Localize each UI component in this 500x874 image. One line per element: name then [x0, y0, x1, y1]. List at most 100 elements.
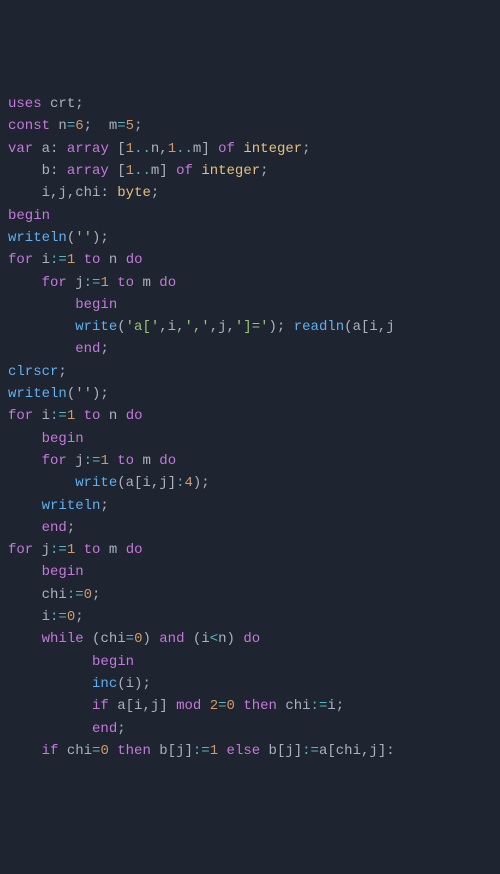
- token-punct: ;: [58, 364, 66, 380]
- code-line: writeln;: [8, 495, 492, 517]
- token-fn: clrscr: [8, 364, 58, 380]
- token-op: :=: [302, 743, 319, 759]
- token-id: [8, 431, 42, 447]
- token-id: chi: [75, 185, 100, 201]
- token-kw: uses: [8, 96, 42, 112]
- code-editor: uses crt;const n=6; m=5;var a: array [1.…: [8, 93, 492, 762]
- token-op: ..: [176, 141, 193, 157]
- code-line: const n=6; m=5;: [8, 115, 492, 137]
- token-kw: end: [92, 721, 117, 737]
- token-punct: ;: [117, 721, 125, 737]
- token-num: 4: [184, 475, 192, 491]
- token-id: j: [58, 185, 66, 201]
- code-line: b: array [1..m] of integer;: [8, 160, 492, 182]
- token-op: <: [210, 631, 218, 647]
- token-id: i: [142, 475, 150, 491]
- code-line: clrscr;: [8, 361, 492, 383]
- token-id: [8, 631, 42, 647]
- code-line: write(a[i,j]:4);: [8, 472, 492, 494]
- token-id: [8, 721, 92, 737]
- token-punct: (: [67, 230, 75, 246]
- token-kw: begin: [8, 208, 50, 224]
- token-id: [84, 631, 92, 647]
- token-num: 1: [67, 252, 75, 268]
- code-line: uses crt;: [8, 93, 492, 115]
- token-punct: );: [193, 475, 210, 491]
- token-kw: do: [126, 252, 143, 268]
- token-num: 1: [210, 743, 218, 759]
- code-line: begin: [8, 561, 492, 583]
- token-punct: ,: [378, 319, 386, 335]
- token-punct: ;: [75, 609, 83, 625]
- token-punct: ): [227, 631, 244, 647]
- token-kw: to: [84, 252, 101, 268]
- token-punct: ;: [336, 698, 344, 714]
- token-id: j: [369, 743, 377, 759]
- token-punct: ]: [184, 743, 192, 759]
- token-op: =: [67, 118, 75, 134]
- token-id: chi: [58, 743, 92, 759]
- token-id: n: [218, 631, 226, 647]
- token-fn: writeln: [42, 498, 101, 514]
- token-id: [8, 676, 92, 692]
- token-kw: var: [8, 141, 33, 157]
- token-punct: (: [67, 386, 75, 402]
- token-kw: then: [117, 743, 151, 759]
- token-id: [8, 341, 75, 357]
- token-kw: if: [92, 698, 109, 714]
- token-punct: ;: [100, 341, 108, 357]
- token-id: chi: [336, 743, 361, 759]
- token-fn: inc: [92, 676, 117, 692]
- token-str: ']=': [235, 319, 269, 335]
- token-kw: for: [8, 542, 33, 558]
- token-fn: writeln: [8, 386, 67, 402]
- code-line: chi:=0;: [8, 584, 492, 606]
- token-str: ',': [184, 319, 209, 335]
- token-punct: ): [142, 631, 159, 647]
- token-id: a: [109, 698, 126, 714]
- token-op: =: [92, 743, 100, 759]
- token-id: m: [134, 275, 159, 291]
- token-punct: ,: [151, 475, 159, 491]
- token-kw: for: [42, 275, 67, 291]
- code-line: end;: [8, 338, 492, 360]
- code-line: write('a[',i,',',j,']='); readln(a[i,j: [8, 316, 492, 338]
- token-id: m: [100, 118, 117, 134]
- token-op: :=: [84, 453, 101, 469]
- token-punct: ,: [361, 743, 369, 759]
- token-id: [8, 475, 75, 491]
- token-op: =: [126, 631, 134, 647]
- token-punct: [: [109, 163, 126, 179]
- token-id: n: [100, 408, 125, 424]
- token-id: chi: [100, 631, 125, 647]
- token-kw: end: [42, 520, 67, 536]
- token-id: [8, 698, 92, 714]
- token-kw: array: [67, 163, 109, 179]
- token-id: i: [168, 319, 176, 335]
- token-fn: writeln: [8, 230, 67, 246]
- code-line: end;: [8, 718, 492, 740]
- token-kw: do: [159, 275, 176, 291]
- token-id: b: [8, 163, 50, 179]
- token-id: [75, 408, 83, 424]
- token-type: integer: [243, 141, 302, 157]
- token-kw: begin: [42, 564, 84, 580]
- token-kw: while: [42, 631, 84, 647]
- token-punct: ;: [75, 96, 83, 112]
- code-line: begin: [8, 294, 492, 316]
- token-punct: (: [117, 676, 125, 692]
- token-kw: to: [84, 408, 101, 424]
- code-line: end;: [8, 517, 492, 539]
- token-num: 6: [75, 118, 83, 134]
- token-op: =: [218, 698, 226, 714]
- token-op: :=: [67, 587, 84, 603]
- code-line: i,j,chi: byte;: [8, 182, 492, 204]
- token-id: [8, 743, 42, 759]
- token-kw: end: [75, 341, 100, 357]
- token-punct: ,: [227, 319, 235, 335]
- token-kw: else: [227, 743, 261, 759]
- token-id: [75, 252, 83, 268]
- token-punct: [: [109, 141, 126, 157]
- token-op: :=: [50, 609, 67, 625]
- token-str: 'a[': [126, 319, 160, 335]
